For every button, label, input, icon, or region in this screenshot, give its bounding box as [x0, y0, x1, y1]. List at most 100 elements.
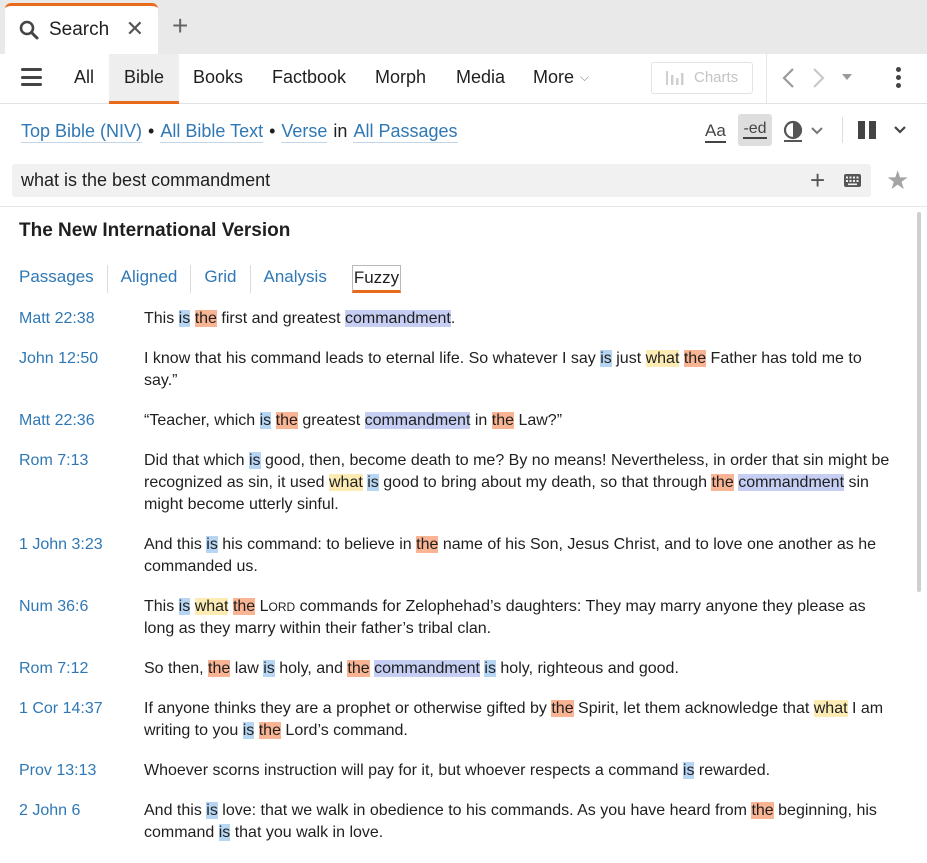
- scope-separator: •: [269, 121, 276, 141]
- search-hit-highlight: is: [178, 310, 191, 327]
- search-box: +: [12, 164, 871, 197]
- tab-bible[interactable]: Bible: [109, 54, 179, 104]
- search-hit-highlight: the: [232, 598, 256, 615]
- bar-chart-icon: [666, 71, 684, 85]
- verse-reference-link[interactable]: Prov 13:13: [0, 760, 144, 782]
- verse-reference-link[interactable]: Matt 22:36: [0, 410, 144, 432]
- list-item: 1 Cor 14:37 If anyone thinks they are a p…: [0, 698, 910, 742]
- view-tab-analysis[interactable]: Analysis: [249, 265, 340, 293]
- star-favorite-icon[interactable]: ★: [886, 165, 909, 195]
- bible-selector-link[interactable]: Top Bible (NIV): [21, 121, 143, 143]
- verse-text: Whoever scorns instruction will pay for …: [144, 760, 896, 782]
- search-hit-highlight: what: [329, 474, 363, 491]
- view-tab-grid[interactable]: Grid: [190, 265, 249, 293]
- list-item: 1 John 3:23 And this is his command: to b…: [0, 534, 910, 578]
- search-hit-highlight: is: [484, 660, 496, 677]
- search-hit-highlight: commandment: [738, 474, 845, 491]
- verse-text-segment: L: [255, 598, 269, 615]
- verse-text: So then, the law is holy, and the comman…: [144, 658, 896, 680]
- verse-text-segment: “Teacher, which: [144, 412, 260, 429]
- chevron-down-icon[interactable]: [893, 124, 907, 136]
- scope-separator: •: [148, 121, 155, 141]
- chevron-down-icon: ⌵: [580, 70, 590, 84]
- tab-books[interactable]: Books: [193, 54, 243, 104]
- view-tabs: Passages Aligned Grid Analysis Fuzzy: [19, 265, 402, 293]
- more-options-icon[interactable]: [896, 67, 902, 91]
- view-tab-fuzzy[interactable]: Fuzzy: [351, 265, 402, 293]
- list-item: John 12:50 I know that his command leads …: [0, 348, 910, 392]
- match-prefix-toggle[interactable]: -ed: [738, 114, 772, 146]
- list-item: Rom 7:12 So then, the law is holy, and th…: [0, 658, 910, 680]
- close-icon[interactable]: ✕: [126, 18, 144, 40]
- verse-text-segment: love: that we walk in obedience to his c…: [217, 802, 752, 819]
- search-hit-highlight: is: [178, 598, 191, 615]
- search-hit-highlight: what: [813, 700, 848, 717]
- search-hit-highlight: the: [208, 660, 231, 677]
- search-hit-highlight: is: [263, 660, 275, 677]
- verse-text-segment: just: [611, 350, 646, 367]
- tab-all[interactable]: All: [74, 54, 94, 104]
- text-scope-link[interactable]: All Bible Text: [160, 121, 264, 143]
- search-hit-highlight: the: [683, 350, 707, 367]
- verse-text: This is what the LORD commands for Zelop…: [144, 596, 896, 640]
- back-arrow-icon[interactable]: [781, 67, 795, 89]
- verse-text: Did that which is good, then, become dea…: [144, 450, 896, 516]
- tab-search[interactable]: Search ✕: [5, 3, 158, 54]
- columns-view-icon[interactable]: [858, 121, 876, 139]
- verse-text: If anyone thinks they are a prophet or o…: [144, 698, 896, 742]
- list-item: Rom 7:13 Did that which is good, then, be…: [0, 450, 910, 516]
- tab-more[interactable]: More ⌵: [533, 54, 589, 104]
- search-scope: Top Bible (NIV) • All Bible Text • Verse in Al…: [21, 121, 458, 143]
- verse-reference-link[interactable]: Rom 7:12: [0, 658, 144, 680]
- verse-reference-link[interactable]: Rom 7:13: [0, 450, 144, 516]
- verse-text-segment: .: [450, 310, 456, 327]
- match-case-toggle[interactable]: Aa: [705, 121, 726, 143]
- range-link[interactable]: All Passages: [353, 121, 458, 143]
- unit-link[interactable]: Verse: [281, 121, 328, 143]
- search-hit-highlight: the: [258, 722, 281, 739]
- charts-button[interactable]: Charts: [651, 62, 753, 94]
- tab-morph[interactable]: Morph: [375, 54, 426, 104]
- verse-reference-link[interactable]: Matt 22:38: [0, 308, 144, 330]
- add-term-plus-icon[interactable]: +: [810, 165, 825, 195]
- verse-text-segment: Spirit, let them acknowledge that: [573, 700, 814, 717]
- search-hit-highlight: the: [551, 700, 574, 717]
- list-item: Matt 22:38 This is the first and greatest…: [0, 308, 910, 330]
- search-hit-highlight: is: [600, 350, 612, 367]
- search-hit-highlight: the: [194, 310, 217, 327]
- verse-text-segment: And this: [144, 802, 207, 819]
- keyboard-icon[interactable]: [844, 174, 861, 187]
- search-hit-highlight: is: [367, 474, 379, 491]
- forward-arrow-icon[interactable]: [812, 67, 826, 89]
- verse-reference-link[interactable]: 1 Cor 14:37: [0, 698, 144, 742]
- list-item: Num 36:6 This is what the LORD commands f…: [0, 596, 910, 640]
- tab-media[interactable]: Media: [456, 54, 505, 104]
- tab-more-label: More: [533, 67, 575, 87]
- search-input[interactable]: [21, 168, 801, 193]
- verse-text-segment: first and greatest: [216, 310, 345, 327]
- history-dropdown-icon[interactable]: [842, 74, 852, 81]
- verse-reference-link[interactable]: John 12:50: [0, 348, 144, 392]
- list-item: Matt 22:36 “Teacher, which is the greates…: [0, 410, 910, 432]
- verse-text: This is the first and greatest commandme…: [144, 308, 896, 330]
- verse-text-segment: So then,: [144, 660, 209, 677]
- verse-reference-link[interactable]: 1 John 3:23: [0, 534, 144, 578]
- scrollbar[interactable]: [917, 212, 921, 592]
- verse-text: And this is his command: to believe in t…: [144, 534, 896, 578]
- highlight-color-dropdown-icon[interactable]: [783, 120, 827, 142]
- new-tab-plus-icon[interactable]: +: [172, 10, 188, 42]
- search-hit-highlight: the: [491, 412, 514, 429]
- search-hit-highlight: the: [275, 412, 298, 429]
- verse-reference-link[interactable]: Num 36:6: [0, 596, 144, 640]
- view-tab-passages[interactable]: Passages: [19, 265, 107, 293]
- toolbar: All Bible Books Factbook Morph Media Mor…: [0, 54, 927, 104]
- search-hit-highlight: commandment: [374, 660, 480, 677]
- toolbar-divider: [766, 54, 767, 104]
- tab-factbook[interactable]: Factbook: [272, 54, 346, 104]
- hamburger-menu-icon[interactable]: [21, 68, 42, 86]
- match-prefix-label: -ed: [743, 120, 767, 139]
- search-hit-highlight: is: [242, 722, 255, 739]
- search-hit-highlight: the: [416, 536, 439, 553]
- view-tab-aligned[interactable]: Aligned: [106, 265, 191, 293]
- verse-reference-link[interactable]: 2 John 6: [0, 800, 144, 844]
